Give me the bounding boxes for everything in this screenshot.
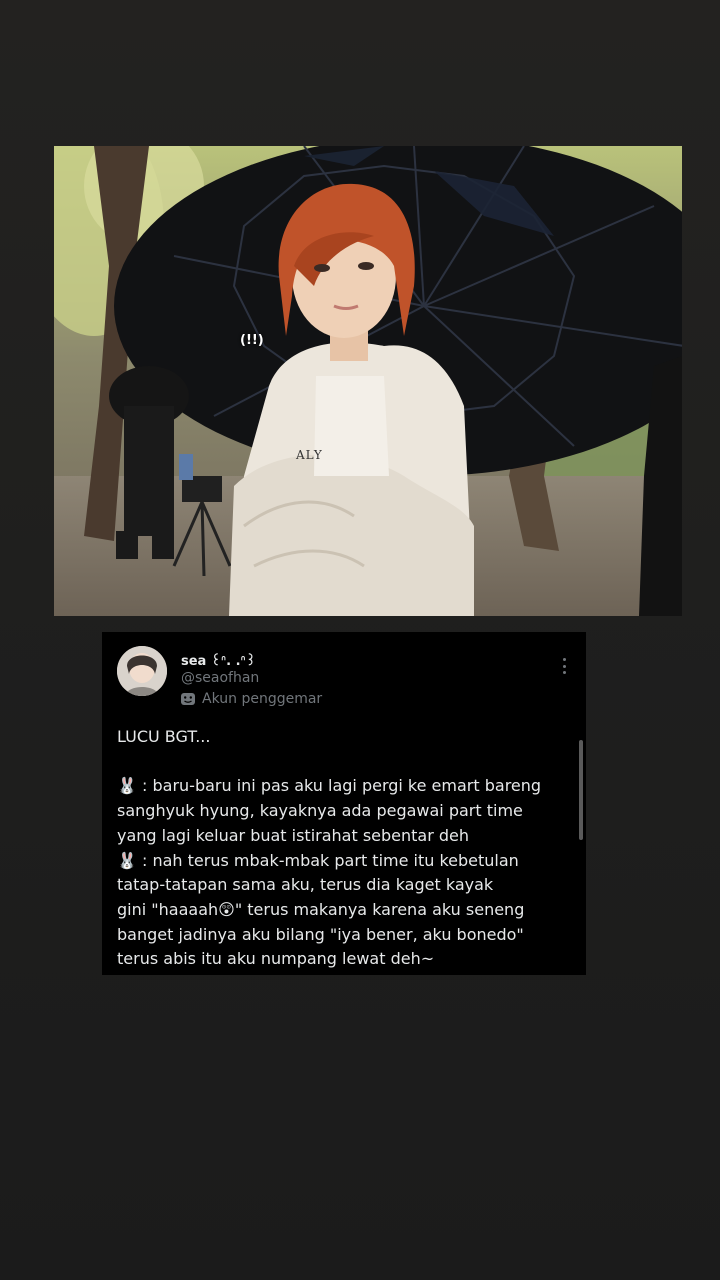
tweet-line: sanghyuk hyung, kayaknya ada pegawai par…	[117, 801, 523, 821]
tweet-line: yang lagi keluar buat istirahat sebentar…	[117, 825, 470, 845]
fan-badge-label: Akun penggemar	[202, 691, 323, 707]
tweet-line: banget jadinya aku bilang "iya bener, ak…	[117, 924, 524, 944]
more-vertical-icon[interactable]	[560, 656, 568, 676]
tweet-line: terus abis itu aku numpang lewat deh~	[117, 949, 435, 969]
tweet-line: gini "haaaah😲" terus makanya karena aku …	[117, 899, 525, 919]
fan-account-badge: Akun penggemar	[180, 691, 322, 707]
tweet-scrollbar[interactable]	[579, 740, 583, 840]
story-photo: ALY	[54, 146, 682, 616]
photo-illustration	[54, 146, 682, 616]
tweet-line: 🐰 : baru-baru ini pas aku lagi pergi ke …	[117, 776, 542, 796]
tweet-line-break	[117, 750, 567, 775]
photo-shirt-logo: ALY	[296, 448, 323, 462]
tweet-card[interactable]: sea ꒰ᐢ. .ᐢ꒱ @seaofhan Akun penggemar LUC…	[102, 632, 586, 975]
photo-caption: (!!)	[240, 333, 264, 348]
tweet-line: 🐰 : nah terus mbak-mbak part time itu ke…	[117, 850, 519, 870]
tweet-line: LUCU BGT...	[117, 727, 211, 746]
author-handle[interactable]: @seaofhan	[181, 670, 259, 686]
tweet-line: tatap-tatapan sama aku, terus dia kaget …	[117, 875, 494, 895]
avatar[interactable]	[117, 646, 167, 696]
theater-masks-icon	[180, 691, 196, 707]
tweet-text: LUCU BGT... 🐰 : baru-baru ini pas aku la…	[117, 725, 567, 972]
author-name[interactable]: sea ꒰ᐢ. .ᐢ꒱	[181, 652, 256, 669]
